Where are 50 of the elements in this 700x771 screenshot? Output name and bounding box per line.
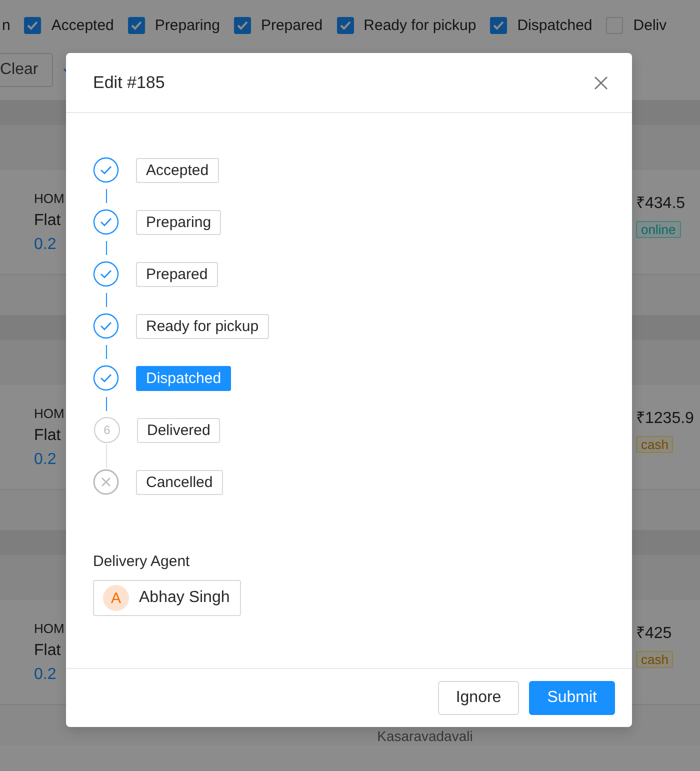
filter-label: Ready for pickup [364,16,476,34]
payment-tag: online [636,220,681,238]
address-text: Flat [34,642,62,660]
dialog-title: Edit #185 [93,72,165,92]
order-amount: ₹1235.9 [636,408,694,428]
payment-tag: cash [636,436,674,452]
check-icon [130,20,142,30]
status-option[interactable]: Preparing [136,210,222,234]
order-amount: ₹434.5 [636,194,686,212]
address-text: Flat [34,426,62,444]
order-type: HOM [34,620,64,636]
cross-circle-icon [93,469,119,495]
filter-label: Preparing [154,16,220,34]
check-circle-icon [93,261,119,287]
ignore-button[interactable]: Ignore [438,681,520,715]
address-text: Flat [34,212,62,230]
check-icon [340,20,351,30]
filter-label: Accepted [51,16,114,34]
order-amount: ₹425 [636,624,672,642]
check-circle-icon [93,313,119,339]
checkbox[interactable] [128,16,145,34]
filter-label: Prepared [260,16,323,34]
check-icon [236,20,248,30]
status-option[interactable]: Ready for pickup [136,314,269,338]
check-icon [493,20,504,30]
filter-label: Deliv [633,16,667,34]
checkbox[interactable] [336,16,354,34]
area-text: Kasaravadavali [377,727,473,744]
filter-label: n [2,16,10,34]
checkbox[interactable] [24,16,42,34]
agent-select[interactable]: A Abhay Singh [93,580,241,616]
close-icon[interactable] [594,76,608,90]
check-circle-icon [93,209,119,235]
status-option[interactable]: Delivered [137,418,220,442]
order-type: HOM [34,190,64,206]
status-option[interactable]: Cancelled [136,470,223,494]
payment-tag: cash [636,650,674,668]
check-circle-icon [93,157,119,183]
checkbox[interactable] [234,16,251,34]
clear-button[interactable]: Clear [0,53,54,87]
check-icon [27,20,38,30]
status-option[interactable]: Accepted [136,158,219,182]
step-number: 6 [94,417,120,443]
check-circle-icon [93,365,119,391]
checkbox[interactable] [490,16,508,34]
avatar: A [103,585,129,611]
filter-label: Dispatched [517,16,592,34]
status-option[interactable]: Prepared [136,262,218,286]
field-label: Delivery Agent [93,553,191,570]
order-type: HOM [34,406,64,420]
